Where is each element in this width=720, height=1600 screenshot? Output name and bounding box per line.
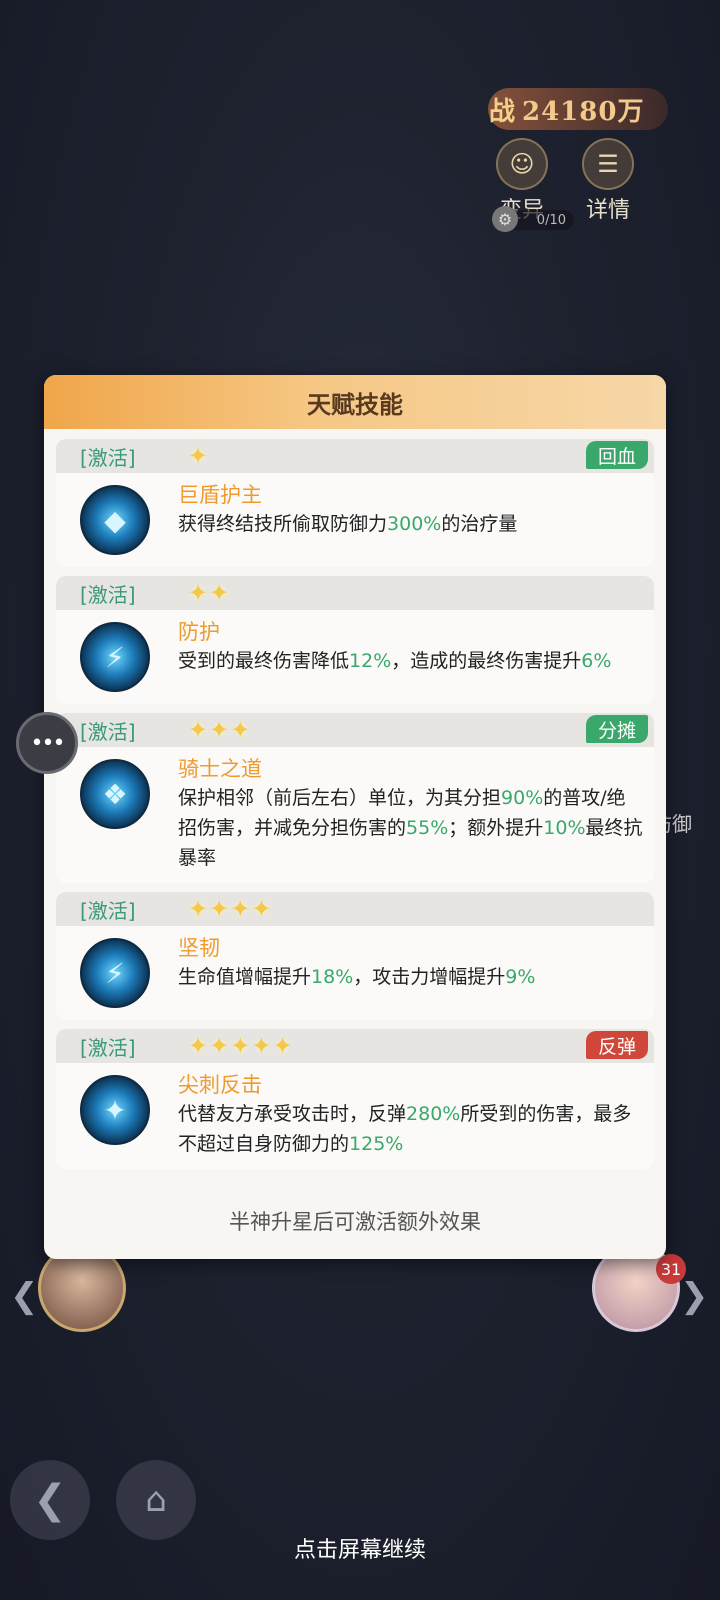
skill-list: [激活] ✦ 回血 ◆ 巨盾护主获得终结技所偷取防御力300%的治疗量 [激活] ✦✦ ⚡ 防护… — [44, 429, 666, 1169]
star-rating-icon: ✦ — [188, 442, 210, 470]
skill-name: 防护 — [178, 620, 220, 644]
chat-bubble-icon: ••• — [30, 730, 66, 756]
back-arrow-icon: ❮ — [33, 1477, 67, 1523]
skill-card: [激活] ✦✦✦✦✦ 反弹 ✦ 尖刺反击代替友方承受攻击时，反弹280%所受到的伤害，最… — [56, 1029, 654, 1169]
skill-emblem-icon: ⚡ — [80, 622, 150, 692]
skill-description: 受到的最终伤害降低12%，造成的最终伤害提升6% — [178, 650, 612, 672]
skill-status: [激活] — [80, 445, 136, 470]
star-rating-icon: ✦✦ — [188, 579, 231, 607]
skill-card: [激活] ✦ 回血 ◆ 巨盾护主获得终结技所偷取防御力300%的治疗量 — [56, 439, 654, 567]
skill-header: [激活] ✦✦✦✦ — [56, 892, 654, 926]
skill-body: ✦ 尖刺反击代替友方承受攻击时，反弹280%所受到的伤害，最多不超过自身防御力的1… — [56, 1063, 654, 1169]
power-label: 战 — [488, 96, 515, 127]
skill-name: 尖刺反击 — [178, 1073, 262, 1097]
chat-button[interactable]: ••• — [16, 712, 78, 774]
skill-emblem-icon: ❖ — [80, 759, 150, 829]
skill-text: 防护受到的最终伤害降低12%，造成的最终伤害提升6% — [178, 618, 644, 694]
continue-hint[interactable]: 点击屏幕继续 — [0, 1532, 720, 1564]
skill-header: [激活] ✦✦ — [56, 576, 654, 610]
home-icon: ⌂ — [145, 1480, 167, 1520]
combat-power: 战 24180万 — [488, 88, 668, 130]
skill-tag: 反弹 — [585, 1031, 648, 1059]
skill-tag: 分摊 — [585, 715, 648, 743]
star-rating-icon: ✦✦✦✦ — [188, 895, 273, 923]
details-label: 详情 — [585, 198, 630, 223]
skill-body: ◆ 巨盾护主获得终结技所偷取防御力300%的治疗量 — [56, 473, 654, 567]
skill-description: 代替友方承受攻击时，反弹280%所受到的伤害，最多不超过自身防御力的125% — [178, 1103, 632, 1155]
skill-status: [激活] — [80, 898, 136, 923]
panel-footer-note: 半神升星后可激活额外效果 — [229, 1210, 481, 1234]
skill-body: ⚡ 防护受到的最终伤害降低12%，造成的最终伤害提升6% — [56, 610, 654, 704]
skill-card: [激活] ✦✦✦✦ ⚡ 坚韧生命值增幅提升18%，攻击力增幅提升9% — [56, 892, 654, 1020]
skill-status: [激活] — [80, 1035, 136, 1060]
skill-status: [激活] — [80, 719, 136, 744]
skill-emblem-icon: ◆ — [80, 485, 150, 555]
skill-text: 尖刺反击代替友方承受攻击时，反弹280%所受到的伤害，最多不超过自身防御力的12… — [178, 1071, 644, 1159]
skill-text: 巨盾护主获得终结技所偷取防御力300%的治疗量 — [178, 481, 644, 557]
skill-text: 骑士之道保护相邻（前后左右）单位，为其分担90%的普攻/绝招伤害，并减免分担伤害… — [178, 755, 644, 873]
back-button[interactable]: ❮ — [10, 1460, 90, 1540]
skill-header: [激活] ✦✦✦ 分摊 — [56, 713, 654, 747]
skill-status: [激活] — [80, 582, 136, 607]
details-button[interactable]: ☰ 详情 — [576, 138, 640, 224]
mutate-progress-text: 0/10 — [536, 212, 566, 228]
skill-description: 保护相邻（前后左右）单位，为其分担90%的普攻/绝招伤害，并减免分担伤害的55%… — [178, 787, 643, 869]
skill-name: 坚韧 — [178, 936, 220, 960]
skill-emblem-icon: ⚡ — [80, 938, 150, 1008]
power-value: 24180万 — [522, 96, 645, 127]
talent-skills-panel: 天赋技能 [激活] ✦ 回血 ◆ 巨盾护主 获得终结技所偷取防御力300%的治疗量 [激活]… — [44, 375, 666, 1259]
star-rating-icon: ✦✦✦✦✦ — [188, 1032, 294, 1060]
skill-tag: 回血 — [585, 441, 648, 469]
skill-name: 骑士之道 — [178, 757, 262, 781]
prev-hero-arrow-icon[interactable]: ❮ — [10, 1276, 39, 1316]
skill-text: 坚韧生命值增幅提升18%，攻击力增幅提升9% — [178, 934, 644, 1010]
skill-card: [激活] ✦✦ ⚡ 防护受到的最终伤害降低12%，造成的最终伤害提升6% — [56, 576, 654, 704]
skill-body: ⚡ 坚韧生命值增幅提升18%，攻击力增幅提升9% — [56, 926, 654, 1020]
skill-header: [激活] ✦✦✦✦✦ 反弹 — [56, 1029, 654, 1063]
skill-card: [激活] ✦✦✦ 分摊 ❖ 骑士之道保护相邻（前后左右）单位，为其分担90%的普攻/绝招… — [56, 713, 654, 883]
mutate-progress: ⚙ 0/10 — [492, 206, 574, 232]
next-hero-arrow-icon[interactable]: ❯ — [680, 1276, 709, 1316]
skill-description: 获得终结技所偷取防御力300%的治疗量 — [178, 513, 518, 535]
book-icon: ☰ — [582, 138, 634, 190]
mutate-icon: ☺ — [496, 138, 548, 190]
gear-icon: ⚙ — [492, 206, 518, 232]
skill-description: 生命值增幅提升18%，攻击力增幅提升9% — [178, 966, 536, 988]
home-button[interactable]: ⌂ — [116, 1460, 196, 1540]
skill-name: 巨盾护主 — [178, 483, 262, 507]
panel-title: 天赋技能 — [44, 375, 666, 429]
skill-emblem-icon: ✦ — [80, 1075, 150, 1145]
skill-body: ❖ 骑士之道保护相邻（前后左右）单位，为其分担90%的普攻/绝招伤害，并减免分担伤… — [56, 747, 654, 883]
star-rating-icon: ✦✦✦ — [188, 716, 252, 744]
skill-header: [激活] ✦ 回血 — [56, 439, 654, 473]
